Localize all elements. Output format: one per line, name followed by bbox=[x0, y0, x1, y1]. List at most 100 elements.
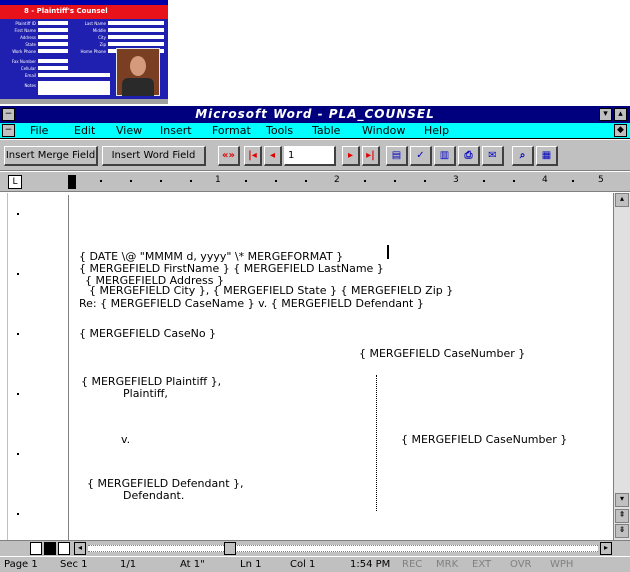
ruler-mark: 2 bbox=[334, 175, 340, 185]
status-time: 1:54 PM bbox=[350, 559, 391, 570]
tab-stop-icon[interactable]: L bbox=[8, 175, 22, 189]
previous-page-icon[interactable]: ⇞ bbox=[615, 509, 629, 523]
status-page: Page 1 bbox=[4, 559, 38, 570]
status-column: Col 1 bbox=[290, 559, 316, 570]
edit-data-source-icon[interactable]: ▦ bbox=[536, 146, 558, 166]
insert-word-field-button[interactable]: Insert Word Field bbox=[102, 146, 206, 166]
menu-help[interactable]: Help bbox=[424, 124, 449, 137]
mail-merge-icon[interactable]: ✉ bbox=[482, 146, 504, 166]
city-field-line[interactable]: { MERGEFIELD City }, { MERGEFIELD State … bbox=[89, 284, 453, 297]
thumbnail-label: Fax Number bbox=[11, 59, 36, 64]
menu-insert[interactable]: Insert bbox=[160, 124, 192, 137]
selection-bar[interactable] bbox=[0, 193, 8, 540]
horizontal-ruler[interactable]: L 1 2 3 4 5 bbox=[0, 172, 630, 192]
menu-edit[interactable]: Edit bbox=[74, 124, 95, 137]
record-number-input[interactable]: 1 bbox=[284, 146, 336, 166]
status-pages: 1/1 bbox=[120, 559, 137, 570]
scroll-right-icon[interactable]: ▸ bbox=[600, 542, 612, 555]
indent-marker-icon[interactable] bbox=[68, 175, 76, 189]
find-record-icon[interactable]: ⌕ bbox=[512, 146, 534, 166]
caption-field-line[interactable]: { MERGEFIELD CaseNumber } bbox=[359, 347, 525, 360]
thumbnail-photo-suit bbox=[122, 78, 154, 96]
view-merged-data-icon[interactable]: «» bbox=[218, 146, 240, 166]
horizontal-scrollbar[interactable]: ◂ ▸ bbox=[0, 540, 630, 556]
thumbnail-field bbox=[38, 35, 68, 39]
menu-file[interactable]: File bbox=[30, 124, 48, 137]
scroll-up-icon[interactable]: ▴ bbox=[615, 193, 629, 207]
thumbnail-label: Cellular bbox=[20, 66, 36, 71]
first-record-icon[interactable]: |◂ bbox=[244, 146, 262, 166]
status-ext[interactable]: EXT bbox=[472, 559, 491, 570]
insert-merge-field-button[interactable]: Insert Merge Field bbox=[4, 146, 98, 166]
title-bar: − Microsoft Word - PLA_COUNSEL ▾ ▴ bbox=[0, 106, 630, 123]
document-menu-button[interactable]: − bbox=[2, 124, 15, 137]
defendant-label[interactable]: Defendant. bbox=[123, 489, 184, 502]
thumbnail-statusbar bbox=[0, 99, 168, 104]
thumbnail-field bbox=[108, 35, 164, 39]
menu-format[interactable]: Format bbox=[212, 124, 251, 137]
menu-view[interactable]: View bbox=[116, 124, 142, 137]
plaintiff-label[interactable]: Plaintiff, bbox=[123, 387, 168, 400]
menu-bar: − File Edit View Insert Format Tools Tab… bbox=[0, 123, 630, 139]
mail-merge-toolbar: Insert Merge Field Insert Word Field «» … bbox=[0, 140, 630, 171]
form-thumbnail: 8 - Plaintiff's Counsel Plaintiff ID Las… bbox=[0, 0, 168, 104]
normal-view-icon[interactable] bbox=[30, 542, 42, 555]
status-at: At 1" bbox=[180, 559, 205, 570]
thumbnail-field bbox=[108, 21, 164, 25]
window-title: Microsoft Word - PLA_COUNSEL bbox=[195, 107, 435, 121]
status-rec[interactable]: REC bbox=[402, 559, 422, 570]
ruler-mark: 3 bbox=[453, 175, 459, 185]
thumbnail-label: Middle bbox=[92, 28, 106, 33]
thumbnail-field bbox=[38, 42, 68, 46]
thumbnail-field bbox=[108, 28, 164, 32]
scroll-thumb[interactable] bbox=[224, 542, 236, 555]
thumbnail-field bbox=[38, 21, 68, 25]
check-for-errors-icon[interactable]: ✓ bbox=[410, 146, 432, 166]
minimize-button[interactable]: ▾ bbox=[599, 108, 612, 121]
scroll-down-icon[interactable]: ▾ bbox=[615, 493, 629, 507]
menu-table[interactable]: Table bbox=[312, 124, 340, 137]
menu-window[interactable]: Window bbox=[362, 124, 405, 137]
previous-record-icon[interactable]: ◂ bbox=[264, 146, 282, 166]
thumbnail-label: First Name bbox=[14, 28, 37, 33]
vertical-ruler bbox=[8, 193, 28, 540]
case-number-field-line[interactable]: { MERGEFIELD CaseNumber } bbox=[401, 433, 567, 446]
status-mrk[interactable]: MRK bbox=[436, 559, 458, 570]
scroll-left-icon[interactable]: ◂ bbox=[74, 542, 86, 555]
thumbnail-field bbox=[38, 73, 110, 77]
thumbnail-field bbox=[38, 66, 68, 70]
versus-label[interactable]: v. bbox=[121, 433, 130, 446]
thumbnail-label: Address bbox=[20, 35, 36, 40]
page-layout-view-icon[interactable] bbox=[44, 542, 56, 555]
text-cursor bbox=[387, 245, 389, 259]
status-ovr[interactable]: OVR bbox=[510, 559, 531, 570]
thumbnail-label: Notes bbox=[24, 83, 36, 88]
vertical-scrollbar[interactable]: ▴ ▾ ⇞ ⇟ bbox=[613, 193, 630, 540]
maximize-button[interactable]: ▴ bbox=[614, 108, 627, 121]
mail-merge-helper-icon[interactable]: ▤ bbox=[386, 146, 408, 166]
ruler-mark: 4 bbox=[542, 175, 548, 185]
next-page-icon[interactable]: ⇟ bbox=[615, 524, 629, 538]
status-wph[interactable]: WPH bbox=[550, 559, 573, 570]
merge-to-printer-icon[interactable]: ⎙ bbox=[458, 146, 480, 166]
menu-tools[interactable]: Tools bbox=[266, 124, 293, 137]
thumbnail-field bbox=[38, 59, 68, 63]
outline-view-icon[interactable] bbox=[58, 542, 70, 555]
scroll-track[interactable] bbox=[88, 545, 598, 552]
thumbnail-field bbox=[38, 49, 68, 53]
document-page[interactable]: { DATE \@ "MMMM d, yyyy" \* MERGEFORMAT … bbox=[68, 195, 623, 540]
last-record-icon[interactable]: ▸| bbox=[362, 146, 380, 166]
ruler-mark: 5 bbox=[598, 175, 604, 185]
merge-to-new-document-icon[interactable]: ▥ bbox=[434, 146, 456, 166]
next-record-icon[interactable]: ▸ bbox=[342, 146, 360, 166]
case-field-line[interactable]: { MERGEFIELD CaseNo } bbox=[79, 327, 216, 340]
thumbnail-photo-face bbox=[130, 56, 146, 76]
re-field-line[interactable]: Re: { MERGEFIELD CaseName } v. { MERGEFI… bbox=[79, 297, 424, 310]
thumbnail-label: Work Phone bbox=[12, 49, 36, 54]
ruler-mark: 1 bbox=[215, 175, 221, 185]
status-line: Ln 1 bbox=[240, 559, 262, 570]
thumbnail-label: Email bbox=[24, 73, 36, 78]
thumbnail-notes bbox=[38, 81, 110, 95]
thumbnail-label: State bbox=[25, 42, 36, 47]
document-restore-button[interactable]: ◆ bbox=[614, 124, 627, 137]
